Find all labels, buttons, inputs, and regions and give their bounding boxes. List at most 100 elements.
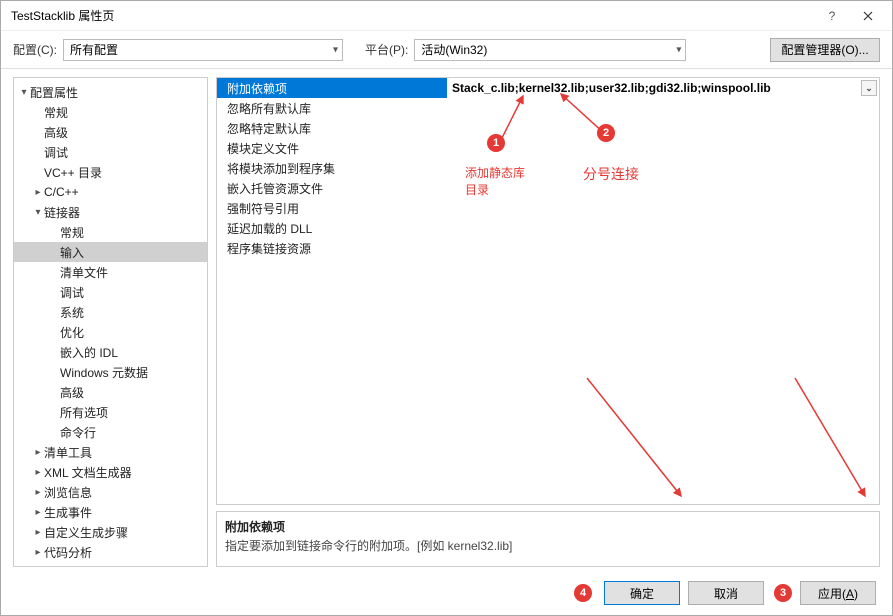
- tree-item-label: 高级: [44, 124, 68, 141]
- config-label: 配置(C):: [13, 41, 57, 58]
- tree-item-label: 调试: [60, 284, 84, 301]
- property-value[interactable]: Stack_c.lib;kernel32.lib;user32.lib;gdi3…: [447, 78, 879, 98]
- tree-item[interactable]: 调试: [14, 142, 207, 162]
- chevron-down-icon[interactable]: ⌄: [861, 80, 877, 96]
- config-manager-button[interactable]: 配置管理器(O)...: [770, 38, 880, 62]
- property-label: 附加依赖项: [217, 78, 447, 98]
- tree-item-label: XML 文档生成器: [44, 464, 132, 481]
- tree-item[interactable]: 常规: [14, 222, 207, 242]
- property-row[interactable]: 程序集链接资源: [217, 238, 879, 258]
- tree-item[interactable]: 命令行: [14, 422, 207, 442]
- tree-twisty-icon: ▸: [32, 187, 44, 198]
- annotation-badge-4: 4: [574, 584, 592, 602]
- tree-item[interactable]: 清单文件: [14, 262, 207, 282]
- tree-item[interactable]: 输入: [14, 242, 207, 262]
- property-dialog: TestStacklib 属性页 ? 配置(C): 所有配置 ▾ 平台(P): …: [0, 0, 893, 616]
- property-value[interactable]: [447, 98, 879, 118]
- tree-item-label: C/C++: [44, 185, 79, 199]
- tree-item[interactable]: 调试: [14, 282, 207, 302]
- tree-item-label: 常规: [44, 104, 68, 121]
- main-area: ▾配置属性常规高级调试VC++ 目录▸C/C++▾链接器常规输入清单文件调试系统…: [1, 69, 892, 571]
- titlebar: TestStacklib 属性页 ?: [1, 1, 892, 31]
- property-row[interactable]: 延迟加载的 DLL: [217, 218, 879, 238]
- property-list[interactable]: 1 2 添加静态库目录 分号连接 附加依赖项Stack_c.lib;kernel…: [216, 77, 880, 505]
- annotation-badge-3: 3: [774, 584, 792, 602]
- tree-item[interactable]: Windows 元数据: [14, 362, 207, 382]
- tree-item-label: 生成事件: [44, 504, 92, 521]
- ok-button[interactable]: 确定: [604, 581, 680, 605]
- property-label: 嵌入托管资源文件: [217, 178, 447, 198]
- tree-item-label: 清单工具: [44, 444, 92, 461]
- tree-item[interactable]: VC++ 目录: [14, 162, 207, 182]
- tree-twisty-icon: ▸: [32, 447, 44, 458]
- tree-item[interactable]: ▸生成事件: [14, 502, 207, 522]
- property-row[interactable]: 嵌入托管资源文件: [217, 178, 879, 198]
- property-label: 忽略特定默认库: [217, 118, 447, 138]
- tree-item-label: 常规: [60, 224, 84, 241]
- platform-label: 平台(P):: [365, 41, 408, 58]
- tree-item[interactable]: 高级: [14, 382, 207, 402]
- description-title: 附加依赖项: [225, 518, 871, 535]
- property-row[interactable]: 强制符号引用: [217, 198, 879, 218]
- tree-item[interactable]: 常规: [14, 102, 207, 122]
- tree-item-label: 嵌入的 IDL: [60, 344, 118, 361]
- platform-value: 活动(Win32): [421, 41, 487, 58]
- tree-item[interactable]: ▸代码分析: [14, 542, 207, 562]
- tree-item[interactable]: ▸C/C++: [14, 182, 207, 202]
- tree-item[interactable]: 所有选项: [14, 402, 207, 422]
- property-value[interactable]: [447, 118, 879, 138]
- tree-item-label: 配置属性: [30, 84, 78, 101]
- tree-item-label: 清单文件: [60, 264, 108, 281]
- cancel-button[interactable]: 取消: [688, 581, 764, 605]
- tree-twisty-icon: ▸: [32, 507, 44, 518]
- property-label: 忽略所有默认库: [217, 98, 447, 118]
- tree-item[interactable]: ▸清单工具: [14, 442, 207, 462]
- tree-twisty-icon: ▸: [32, 467, 44, 478]
- property-value[interactable]: [447, 158, 879, 178]
- property-value[interactable]: [447, 198, 879, 218]
- tree-item[interactable]: 嵌入的 IDL: [14, 342, 207, 362]
- description-text: 指定要添加到链接命令行的附加项。[例如 kernel32.lib]: [225, 537, 871, 554]
- chevron-down-icon: ▾: [676, 44, 681, 55]
- tree-item-label: 浏览信息: [44, 484, 92, 501]
- tree-item[interactable]: ▸浏览信息: [14, 482, 207, 502]
- property-row[interactable]: 忽略特定默认库: [217, 118, 879, 138]
- tree-item-label: 链接器: [44, 204, 80, 221]
- property-value[interactable]: [447, 138, 879, 158]
- tree-item[interactable]: ▸XML 文档生成器: [14, 462, 207, 482]
- tree-item-label: 所有选项: [60, 404, 108, 421]
- help-icon[interactable]: ?: [814, 2, 850, 30]
- tree-item[interactable]: ▾配置属性: [14, 82, 207, 102]
- config-combo[interactable]: 所有配置 ▾: [63, 39, 343, 61]
- tree-item-label: 代码分析: [44, 544, 92, 561]
- property-value[interactable]: [447, 218, 879, 238]
- property-row[interactable]: 将模块添加到程序集: [217, 158, 879, 178]
- property-row[interactable]: 忽略所有默认库: [217, 98, 879, 118]
- dialog-title: TestStacklib 属性页: [11, 7, 814, 24]
- apply-button[interactable]: 应用(A): [800, 581, 876, 605]
- tree-item[interactable]: 优化: [14, 322, 207, 342]
- tree-item[interactable]: ▸自定义生成步骤: [14, 522, 207, 542]
- tree-twisty-icon: ▸: [32, 487, 44, 498]
- property-row[interactable]: 附加依赖项Stack_c.lib;kernel32.lib;user32.lib…: [217, 78, 879, 98]
- tree-item[interactable]: ▾链接器: [14, 202, 207, 222]
- property-label: 延迟加载的 DLL: [217, 218, 447, 238]
- tree-item[interactable]: 高级: [14, 122, 207, 142]
- platform-combo[interactable]: 活动(Win32) ▾: [414, 39, 686, 61]
- tree-item-label: 调试: [44, 144, 68, 161]
- property-value[interactable]: [447, 238, 879, 258]
- tree-item-label: Windows 元数据: [60, 364, 148, 381]
- property-row[interactable]: 模块定义文件: [217, 138, 879, 158]
- tree-item[interactable]: 系统: [14, 302, 207, 322]
- tree-item-label: 系统: [60, 304, 84, 321]
- property-label: 模块定义文件: [217, 138, 447, 158]
- tree-item-label: 命令行: [60, 424, 96, 441]
- close-icon[interactable]: [850, 2, 886, 30]
- tree-twisty-icon: ▾: [32, 207, 44, 218]
- config-tree[interactable]: ▾配置属性常规高级调试VC++ 目录▸C/C++▾链接器常规输入清单文件调试系统…: [13, 77, 208, 567]
- dialog-footer: 4 确定 取消 3 应用(A): [1, 571, 892, 615]
- property-label: 强制符号引用: [217, 198, 447, 218]
- property-label: 程序集链接资源: [217, 238, 447, 258]
- right-pane: 1 2 添加静态库目录 分号连接 附加依赖项Stack_c.lib;kernel…: [216, 77, 880, 567]
- property-value[interactable]: [447, 178, 879, 198]
